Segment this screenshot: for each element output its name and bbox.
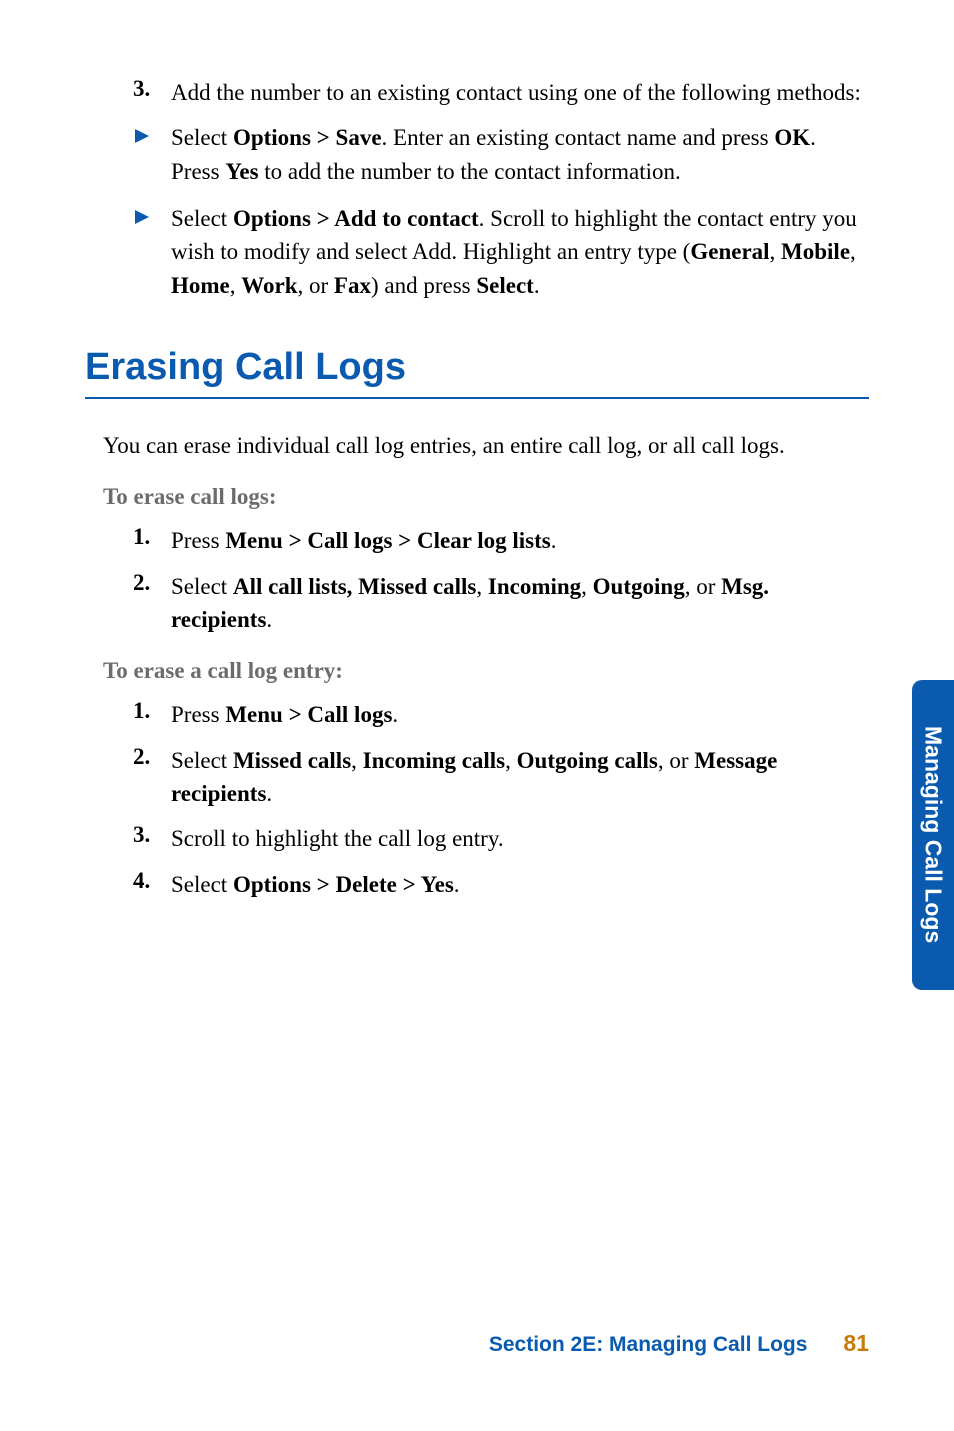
text-span: Select <box>171 748 233 773</box>
list-marker: 3. <box>133 76 171 109</box>
list-item: 3. Scroll to highlight the call log entr… <box>85 822 869 855</box>
list-item-3: 3. Add the number to an existing contact… <box>85 76 869 109</box>
bold-span: Work <box>241 273 297 298</box>
bold-span: General <box>690 239 769 264</box>
bold-span: Missed calls <box>233 748 351 773</box>
list-text: Add the number to an existing contact us… <box>171 76 861 109</box>
bullet-item-2: Select Options > Add to contact. Scroll … <box>85 202 869 302</box>
list-text: Scroll to highlight the call log entry. <box>171 822 504 855</box>
text-span: , <box>476 574 488 599</box>
bold-span: Mobile <box>781 239 850 264</box>
bold-span: Outgoing <box>593 574 685 599</box>
triangle-right-icon <box>135 202 171 302</box>
list-text: Select All call lists, Missed calls, Inc… <box>171 570 869 637</box>
footer-section-title: Section 2E: Managing Call Logs <box>489 1333 808 1357</box>
erase-logs-list: 1. Press Menu > Call logs > Clear log li… <box>85 524 869 636</box>
list-marker: 2. <box>133 744 171 811</box>
bold-span: Incoming calls <box>363 748 505 773</box>
text-span: , or <box>298 273 334 298</box>
bold-span: Options > Add to contact <box>233 206 479 231</box>
bold-span: Home <box>171 273 230 298</box>
bold-span: Incoming <box>488 574 581 599</box>
heading-rule <box>85 397 869 399</box>
text-span: , <box>351 748 363 773</box>
list-item: 4. Select Options > Delete > Yes. <box>85 868 869 901</box>
erase-entry-list: 1. Press Menu > Call logs. 2. Select Mis… <box>85 698 869 901</box>
bold-span: OK <box>774 125 810 150</box>
list-item: 1. Press Menu > Call logs > Clear log li… <box>85 524 869 557</box>
text-span: Select <box>171 125 233 150</box>
bold-span: Options > Delete > Yes <box>233 872 454 897</box>
text-span: Press <box>171 702 225 727</box>
text-span: , <box>581 574 593 599</box>
side-tab: Managing Call Logs <box>912 680 954 990</box>
text-span: . <box>534 273 540 298</box>
list-text: Select Missed calls, Incoming calls, Out… <box>171 744 869 811</box>
bold-span: Yes <box>225 159 258 184</box>
text-span: to add the number to the contact informa… <box>259 159 681 184</box>
list-text: Press Menu > Call logs > Clear log lists… <box>171 524 557 557</box>
bullet-item-1: Select Options > Save. Enter an existing… <box>85 121 869 188</box>
text-span: Select <box>171 206 233 231</box>
list-marker: 1. <box>133 698 171 731</box>
sub-heading-erase-logs: To erase call logs: <box>85 484 869 510</box>
bold-span: Menu > Call logs > Clear log lists <box>225 528 550 553</box>
text-span: , <box>230 273 242 298</box>
list-marker: 3. <box>133 822 171 855</box>
text-span: . <box>551 528 557 553</box>
list-text: Select Options > Delete > Yes. <box>171 868 460 901</box>
list-item: 2. Select Missed calls, Incoming calls, … <box>85 744 869 811</box>
bold-span: Options > Save <box>233 125 382 150</box>
bold-span: All call lists, Missed calls <box>233 574 476 599</box>
intro-paragraph: You can erase individual call log entrie… <box>85 429 869 462</box>
bold-span: Outgoing calls <box>517 748 658 773</box>
list-marker: 1. <box>133 524 171 557</box>
text-span: , <box>850 239 856 264</box>
list-item: 1. Press Menu > Call logs. <box>85 698 869 731</box>
page-footer: Section 2E: Managing Call Logs 81 <box>489 1330 869 1357</box>
side-tab-label: Managing Call Logs <box>920 726 947 943</box>
list-marker: 2. <box>133 570 171 637</box>
list-marker: 4. <box>133 868 171 901</box>
text-span: . <box>454 872 460 897</box>
bullet-text: Select Options > Save. Enter an existing… <box>171 121 869 188</box>
bold-span: Menu > Call logs <box>225 702 392 727</box>
bold-span: Select <box>476 273 533 298</box>
text-span: , <box>505 748 517 773</box>
bold-span: Fax <box>334 273 371 298</box>
text-span: Select <box>171 872 233 897</box>
text-span: . <box>266 781 272 806</box>
text-span: Press <box>171 528 225 553</box>
text-span: , or <box>658 748 694 773</box>
section-heading: Erasing Call Logs <box>85 346 869 389</box>
bullet-text: Select Options > Add to contact. Scroll … <box>171 202 869 302</box>
text-span: Select <box>171 574 233 599</box>
text-span: ) and press <box>371 273 476 298</box>
list-text: Press Menu > Call logs. <box>171 698 398 731</box>
triangle-right-icon <box>135 121 171 188</box>
text-span: , <box>770 239 782 264</box>
text-span: . <box>266 607 272 632</box>
list-item: 2. Select All call lists, Missed calls, … <box>85 570 869 637</box>
text-span: , or <box>685 574 721 599</box>
sub-heading-erase-entry: To erase a call log entry: <box>85 658 869 684</box>
text-span: . <box>392 702 398 727</box>
text-span: . Enter an existing contact name and pre… <box>382 125 775 150</box>
footer-page-number: 81 <box>843 1330 869 1357</box>
